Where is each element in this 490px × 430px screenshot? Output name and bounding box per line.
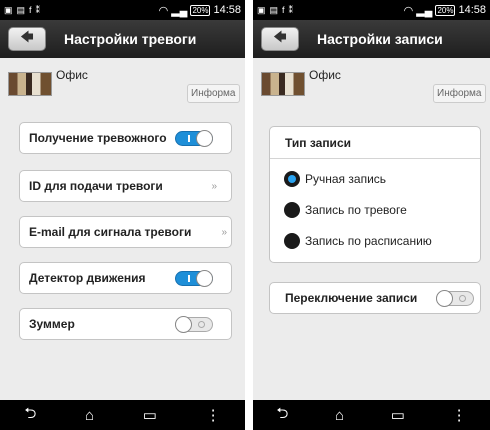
notification-icon: ▤ <box>269 4 279 15</box>
row-label: Детектор движения <box>29 271 146 285</box>
alarm-email-row[interactable]: E-mail для сигнала тревоги » <box>19 216 232 248</box>
record-settings-screen: ▣ ▤ f ⁑ ◠ ▂▄ 20% 14:58 🡄 Настройки запис… <box>253 0 490 430</box>
record-type-panel: Тип записи Ручная запись Запись по трево… <box>269 126 481 263</box>
clock: 14:58 <box>458 4 486 16</box>
navigation-bar: ⮌ ⌂ ▭ ⋮ <box>253 400 490 430</box>
signal-icon: ▂▄ <box>416 4 433 17</box>
back-button[interactable]: 🡄 <box>261 27 299 51</box>
alarm-receive-row[interactable]: Получение тревожного <box>19 122 232 154</box>
wifi-icon: ◠ <box>403 4 414 17</box>
row-label: Получение тревожного <box>29 131 167 145</box>
row-label: Переключение записи <box>285 291 418 305</box>
clock: 14:58 <box>213 4 241 16</box>
recent-apps-icon[interactable]: ▭ <box>391 406 405 424</box>
alarm-receive-toggle[interactable] <box>175 130 213 147</box>
camera-thumbnail <box>8 72 52 96</box>
menu-icon[interactable]: ⋮ <box>206 406 221 424</box>
wifi-icon: ◠ <box>158 4 169 17</box>
alarm-settings-screen: ▣ ▤ f ⁑ ◠ ▂▄ 20% 14:58 🡄 Настройки трево… <box>0 0 245 430</box>
back-icon[interactable]: ⮌ <box>24 403 36 428</box>
radio-selected-icon <box>284 170 300 187</box>
page-title: Настройки тревоги <box>64 31 197 47</box>
radio-icon <box>284 201 300 218</box>
battery-icon: 20% <box>190 4 211 16</box>
notification-icon: ▣ <box>257 4 266 15</box>
device-header: Офис Информа <box>0 58 245 108</box>
page-title: Настройки записи <box>317 31 443 47</box>
status-bar: ▣ ▤ f ⁑ ◠ ▂▄ 20% 14:58 <box>0 0 245 20</box>
radio-label: Запись по расписанию <box>305 233 432 248</box>
info-button[interactable]: Информа <box>187 84 240 103</box>
arrow-left-icon: 🡄 <box>20 29 34 44</box>
notification-icon: ⁑ <box>35 4 41 15</box>
motion-detector-toggle[interactable] <box>175 270 213 287</box>
facebook-icon: f <box>282 4 285 15</box>
device-name: Офис <box>56 68 88 82</box>
radio-label: Запись по тревоге <box>305 202 407 217</box>
device-header: Офис Информа <box>253 58 490 108</box>
back-icon[interactable]: ⮌ <box>276 403 288 428</box>
radio-alarm-record[interactable]: Запись по тревоге <box>270 194 480 225</box>
chevron-right-icon: » <box>211 180 217 192</box>
back-button[interactable]: 🡄 <box>8 27 46 51</box>
record-switch-row[interactable]: Переключение записи <box>269 282 481 314</box>
menu-icon[interactable]: ⋮ <box>452 406 467 424</box>
home-icon[interactable]: ⌂ <box>335 407 344 424</box>
alarm-id-row[interactable]: ID для подачи тревоги » <box>19 170 232 202</box>
radio-icon <box>284 232 300 249</box>
device-name: Офис <box>309 68 341 82</box>
facebook-icon: f <box>29 4 32 15</box>
chevron-right-icon: » <box>221 226 227 238</box>
signal-icon: ▂▄ <box>171 4 188 17</box>
navigation-bar: ⮌ ⌂ ▭ ⋮ <box>0 400 245 430</box>
title-bar: 🡄 Настройки тревоги <box>0 20 245 58</box>
radio-label: Ручная запись <box>305 171 387 186</box>
row-label: Зуммер <box>29 317 75 331</box>
title-bar: 🡄 Настройки записи <box>253 20 490 58</box>
notification-icon: ▣ <box>4 4 13 15</box>
row-label: E-mail для сигнала тревоги <box>29 225 192 239</box>
record-type-title: Тип записи <box>270 127 480 159</box>
status-bar: ▣ ▤ f ⁑ ◠ ▂▄ 20% 14:58 <box>253 0 490 20</box>
recent-apps-icon[interactable]: ▭ <box>143 406 157 424</box>
motion-detector-row[interactable]: Детектор движения <box>19 262 232 294</box>
notification-icon: ⁑ <box>288 4 294 15</box>
home-icon[interactable]: ⌂ <box>85 407 94 424</box>
info-button[interactable]: Информа <box>433 84 486 103</box>
camera-thumbnail <box>261 72 305 96</box>
row-label: ID для подачи тревоги <box>29 179 163 193</box>
arrow-left-icon: 🡄 <box>273 29 287 44</box>
buzzer-row[interactable]: Зуммер <box>19 308 232 340</box>
radio-schedule-record[interactable]: Запись по расписанию <box>270 225 480 256</box>
notification-icon: ▤ <box>16 4 26 15</box>
record-switch-toggle[interactable] <box>436 290 474 307</box>
buzzer-toggle[interactable] <box>175 316 213 333</box>
battery-icon: 20% <box>435 4 456 16</box>
radio-manual-record[interactable]: Ручная запись <box>270 163 480 194</box>
